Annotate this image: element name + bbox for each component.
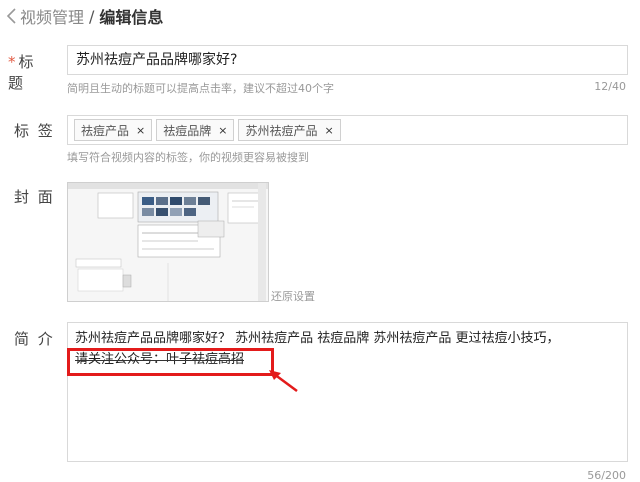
title-char-counter: 12/40 [594,80,626,93]
chevron-left-icon[interactable] [4,6,20,26]
title-label: * 标 题 [8,53,36,92]
description-label: 简 介 [14,330,55,348]
cover-screenshot-image [68,183,268,301]
annotation-highlight-box [67,348,274,376]
annotation-arrow-icon [269,370,298,393]
close-icon[interactable]: × [324,124,333,137]
description-line-1: 苏州祛痘产品品牌哪家好？ 苏州祛痘产品 祛痘品牌 苏州祛痘产品 更过祛痘小技巧， [75,331,560,346]
breadcrumb-parent-link[interactable]: 视频管理 [20,4,84,28]
tag-chip: 苏州祛痘产品 × [238,119,341,141]
breadcrumb-separator: / [89,6,95,26]
close-icon[interactable]: × [218,124,227,137]
cover-thumbnail[interactable] [67,182,269,302]
tag-chip: 祛痘产品 × [74,119,153,141]
tag-chip: 祛痘品牌 × [156,119,235,141]
title-hint: 简明且生动的标题可以提高点击率，建议不超过40个字 [67,82,334,95]
tags-hint: 填写符合视频内容的标签，你的视频更容易被搜到 [67,151,309,164]
required-mark: * [8,53,16,71]
description-char-counter: 56/200 [587,469,626,482]
cover-reset-link[interactable]: 还原设置 [271,288,315,304]
tag-label: 苏州祛痘产品 [245,123,318,138]
title-input[interactable]: 苏州祛痘产品品牌哪家好? [67,45,628,75]
tag-label: 祛痘品牌 [163,123,212,138]
cover-label: 封 面 [14,188,55,206]
close-icon[interactable]: × [136,124,145,137]
breadcrumb: 视频管理 / 编辑信息 [4,5,163,27]
tag-label: 祛痘产品 [81,123,130,138]
tags-input[interactable]: 祛痘产品 × 祛痘品牌 × 苏州祛痘产品 × [67,115,628,145]
description-textarea[interactable]: 苏州祛痘产品品牌哪家好？ 苏州祛痘产品 祛痘品牌 苏州祛痘产品 更过祛痘小技巧，… [67,322,628,462]
tags-label: 标 签 [14,122,55,140]
page-title: 编辑信息 [99,8,164,27]
